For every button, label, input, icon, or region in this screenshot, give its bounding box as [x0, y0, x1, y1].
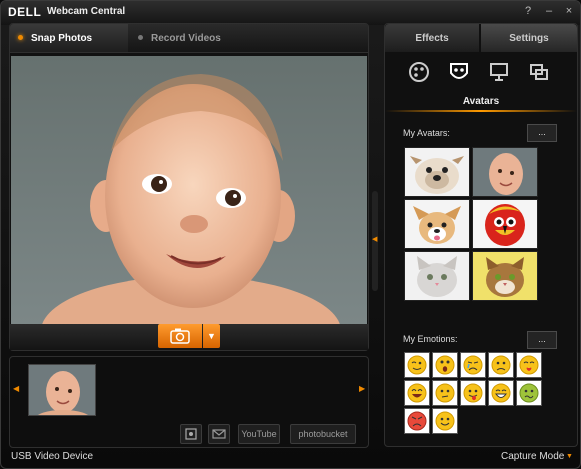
- emotion-crying[interactable]: [460, 352, 486, 378]
- dell-logo: DELL: [8, 5, 42, 19]
- tab-settings[interactable]: Settings: [481, 24, 577, 52]
- close-button[interactable]: ×: [562, 4, 576, 18]
- capture-control-strip: ▼: [10, 324, 368, 350]
- emotion-angry[interactable]: [404, 408, 430, 434]
- film-icon: [185, 428, 197, 440]
- palette-icon[interactable]: [407, 60, 431, 84]
- emotion-laughing[interactable]: [404, 380, 430, 406]
- tab-snap-photos[interactable]: Snap Photos: [10, 24, 128, 52]
- emotion-grid: [404, 352, 544, 434]
- my-avatars-label: My Avatars:: [403, 128, 450, 138]
- camera-icon: [170, 328, 190, 344]
- my-emotions-label: My Emotions:: [403, 334, 458, 344]
- tab-snap-photos-label: Snap Photos: [31, 33, 93, 44]
- thumbnail-item[interactable]: [28, 364, 96, 416]
- right-tab-bar: Effects Settings: [385, 24, 577, 52]
- emotion-sad[interactable]: [488, 352, 514, 378]
- thumbnails-next-arrow[interactable]: ▶: [359, 384, 365, 393]
- envelope-icon: [212, 429, 226, 439]
- photobucket-upload-button[interactable]: photobucket: [290, 424, 356, 444]
- my-emotions-more-button[interactable]: ...: [527, 331, 557, 349]
- capture-photo-button[interactable]: [158, 324, 202, 348]
- baby-face-preview-image: [11, 56, 367, 324]
- emotion-happy[interactable]: [432, 408, 458, 434]
- title-bar: DELL Webcam Central ? – ×: [1, 1, 580, 25]
- avatar-cat[interactable]: [472, 251, 538, 301]
- minimize-button[interactable]: –: [542, 4, 556, 18]
- email-button[interactable]: [208, 424, 230, 444]
- emotion-wink[interactable]: [404, 352, 430, 378]
- effect-category-bar: [385, 56, 577, 90]
- avatar-puppy[interactable]: [404, 199, 470, 249]
- capture-mode-chevron-icon[interactable]: ▼: [566, 453, 573, 460]
- capture-tab-bar: Snap Photos Record Videos: [10, 24, 368, 53]
- active-indicator-icon: [18, 35, 23, 41]
- tab-record-videos[interactable]: Record Videos: [130, 24, 270, 52]
- avatar-bulldog[interactable]: [404, 147, 470, 197]
- baby-thumbnail-image: [29, 365, 95, 415]
- presentation-icon[interactable]: [487, 60, 511, 84]
- avatar-kitten[interactable]: [404, 251, 470, 301]
- panel-splitter[interactable]: ◀: [372, 191, 378, 291]
- effects-share-button[interactable]: [180, 424, 202, 444]
- app-title: Webcam Central: [47, 6, 126, 17]
- avatar-parrot[interactable]: [472, 199, 538, 249]
- app-window: DELL Webcam Central ? – × Snap Photos Re…: [0, 0, 581, 469]
- collapse-arrow-icon: ◀: [372, 236, 378, 243]
- emotion-confused[interactable]: [516, 380, 542, 406]
- frames-icon[interactable]: [527, 60, 551, 84]
- emotion-thinking[interactable]: [432, 380, 458, 406]
- emotion-kiss[interactable]: [516, 352, 542, 378]
- avatars-section-title: Avatars: [385, 96, 577, 112]
- webcam-preview[interactable]: [11, 56, 367, 324]
- avatar-grid: [404, 147, 539, 301]
- capture-mode-dropdown[interactable]: ▼: [203, 324, 220, 348]
- tab-effects[interactable]: Effects: [385, 24, 479, 52]
- my-avatars-more-button[interactable]: ...: [527, 124, 557, 142]
- thumbnail-panel: ◀ ▶ YouTube photobucket: [9, 356, 369, 448]
- emotion-tongue-out[interactable]: [460, 380, 486, 406]
- emotion-big-grin[interactable]: [488, 380, 514, 406]
- inactive-indicator-icon: [138, 35, 143, 41]
- effects-panel: Effects Settings Avatars My Avatars: ...: [384, 23, 578, 447]
- help-button[interactable]: ?: [521, 4, 535, 18]
- tab-record-videos-label: Record Videos: [151, 33, 221, 44]
- thumbnails-prev-arrow[interactable]: ◀: [13, 384, 19, 393]
- avatar-baby[interactable]: [472, 147, 538, 197]
- emotion-surprised[interactable]: [432, 352, 458, 378]
- device-status: USB Video Device: [11, 451, 94, 462]
- capture-mode-status[interactable]: Capture Mode: [501, 451, 564, 462]
- share-toolbar: YouTube photobucket: [10, 421, 368, 447]
- mask-icon[interactable]: [447, 60, 471, 84]
- capture-panel: Snap Photos Record Videos ▼: [9, 23, 369, 351]
- youtube-upload-button[interactable]: YouTube: [238, 424, 280, 444]
